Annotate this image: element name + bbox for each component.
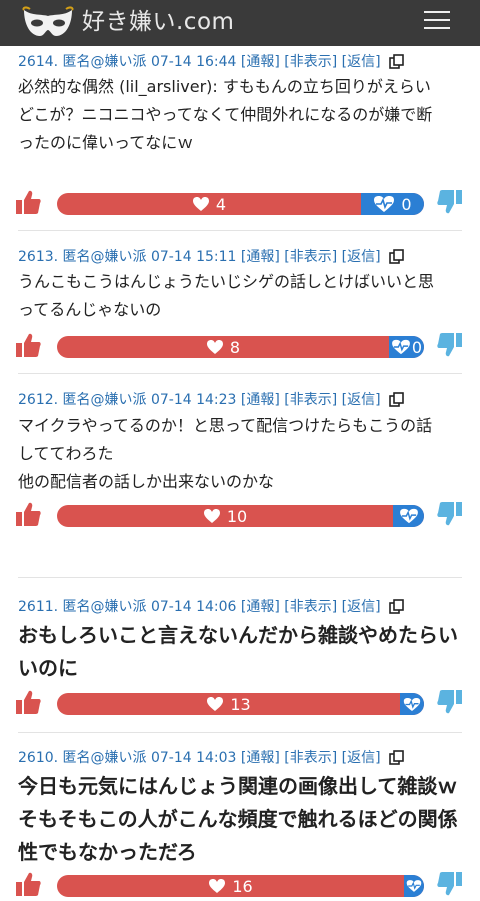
dislike-count-bar[interactable]: 0: [361, 193, 424, 215]
comment-meta-text[interactable]: 2611. 匿名@嫌い派 07-14 14:06 [通報] [非表示] [返信]: [18, 599, 381, 615]
heart-icon: [207, 697, 224, 711]
like-count-bar[interactable]: 13: [57, 693, 400, 715]
comment-meta[interactable]: 2613. 匿名@嫌い派 07-14 15:11 [通報] [非表示] [返信]: [18, 248, 405, 266]
comment-line: そもそもこの人がこんな頻度で触れるほどの関係: [18, 807, 458, 831]
vote-bar: 10: [57, 505, 424, 527]
comment-line: うんこもこうはんじょうたいじシゲの話しとけばいいと思: [18, 272, 435, 291]
heartbeat-icon: [374, 196, 395, 212]
thumbs-up-icon[interactable]: [14, 188, 42, 216]
comment-line: 今日も元気にはんじょう関連の画像出して雑談ｗ: [18, 774, 458, 798]
menu-bar: [424, 19, 450, 21]
comment-line: 性でもなかっただろ: [18, 840, 197, 864]
heartbeat-icon: [403, 697, 421, 711]
dislike-count-bar[interactable]: [404, 875, 424, 897]
vote-bar: 13: [57, 693, 424, 715]
vote-bar: 4 0: [57, 193, 424, 215]
thumbs-down-icon[interactable]: [436, 688, 464, 716]
copy-icon[interactable]: [389, 249, 405, 265]
thumbs-up-icon[interactable]: [14, 688, 42, 716]
like-count-bar[interactable]: 10: [57, 505, 393, 527]
dislike-count: 0: [411, 337, 423, 357]
dislike-count: 0: [401, 194, 412, 214]
copy-icon[interactable]: [389, 54, 405, 70]
copy-icon[interactable]: [389, 750, 405, 766]
site-title[interactable]: 好き嫌い.com: [82, 6, 234, 38]
heart-icon: [209, 879, 226, 893]
divider: [18, 230, 462, 231]
vote-row: 13: [0, 688, 480, 718]
comment-line: ってるんじゃないの: [18, 300, 162, 319]
heart-icon: [206, 340, 223, 354]
vote-bar: 16: [57, 875, 424, 897]
vote-row: 4 0: [0, 188, 480, 218]
like-count: 16: [232, 876, 253, 896]
comment-line: マイクラやってるのか！と思って配信つけたらもこうの話: [18, 416, 433, 435]
comment-meta[interactable]: 2612. 匿名@嫌い派 07-14 14:23 [通報] [非表示] [返信]: [18, 391, 405, 409]
comment-body: 今日も元気にはんじょう関連の画像出して雑談ｗ そもそもこの人がこんな頻度で触れる…: [18, 770, 468, 869]
dislike-count-bar[interactable]: [400, 693, 424, 715]
vote-row: 10: [0, 500, 480, 530]
like-count-bar[interactable]: 8: [57, 336, 389, 358]
comment-line: 他の配信者の話しか出来ないのかな: [18, 472, 275, 491]
like-count-bar[interactable]: 16: [57, 875, 404, 897]
menu-bar: [424, 27, 450, 29]
comment-meta-text[interactable]: 2610. 匿名@嫌い派 07-14 14:03 [通報] [非表示] [返信]: [18, 750, 381, 766]
comment-line: ったのに偉いってなにｗ: [18, 133, 194, 152]
thumbs-down-icon[interactable]: [436, 331, 464, 359]
comment-line: しててわろた: [18, 444, 114, 463]
divider: [18, 732, 462, 733]
like-count: 8: [229, 337, 241, 357]
comment-meta-text[interactable]: 2613. 匿名@嫌い派 07-14 15:11 [通報] [非表示] [返信]: [18, 249, 381, 265]
heart-icon: [192, 197, 209, 211]
like-count: 4: [215, 194, 227, 214]
divider: [18, 373, 462, 374]
comment-meta-text[interactable]: 2614. 匿名@嫌い派 07-14 16:44 [通報] [非表示] [返信]: [18, 54, 381, 70]
comment-line: いのに: [18, 656, 78, 680]
comment-body: 必然的な偶然 (lil_arsliver): すももんの立ち回りがえらい どこが…: [18, 73, 468, 157]
like-count: 10: [226, 506, 248, 526]
vote-row: 16: [0, 870, 480, 900]
thumbs-down-icon[interactable]: [436, 500, 464, 528]
heartbeat-icon: [392, 339, 410, 355]
thumbs-down-icon[interactable]: [436, 870, 464, 898]
site-header: 好き嫌い.com: [0, 0, 480, 46]
heartbeat-icon: [406, 880, 422, 892]
comment-line: おもしろいこと言えないんだから雑談やめたらい: [18, 623, 458, 647]
mask-icon[interactable]: [22, 6, 74, 40]
thumbs-up-icon[interactable]: [14, 500, 42, 528]
heartbeat-icon: [399, 508, 418, 524]
dislike-count-bar[interactable]: 0: [389, 336, 424, 358]
comment-meta-text[interactable]: 2612. 匿名@嫌い派 07-14 14:23 [通報] [非表示] [返信]: [18, 392, 381, 408]
menu-bar: [424, 11, 450, 13]
comment-body: うんこもこうはんじょうたいじシゲの話しとけばいいと思 ってるんじゃないの: [18, 268, 468, 324]
comment-body: おもしろいこと言えないんだから雑談やめたらい いのに: [18, 619, 468, 685]
comment-meta[interactable]: 2611. 匿名@嫌い派 07-14 14:06 [通報] [非表示] [返信]: [18, 598, 405, 616]
like-count: 13: [230, 694, 251, 714]
vote-row: 8 0: [0, 331, 480, 361]
divider: [18, 577, 462, 578]
thumbs-up-icon[interactable]: [14, 331, 42, 359]
comment-line: 必然的な偶然 (lil_arsliver): すももんの立ち回りがえらい: [18, 77, 431, 96]
thumbs-up-icon[interactable]: [14, 870, 42, 898]
comment-line: どこが？ニコニコやってなくて仲間外れになるのが嫌で断: [18, 105, 433, 124]
heart-icon: [203, 509, 220, 523]
copy-icon[interactable]: [389, 392, 405, 408]
copy-icon[interactable]: [389, 599, 405, 615]
thumbs-down-icon[interactable]: [436, 188, 464, 216]
comment-meta[interactable]: 2610. 匿名@嫌い派 07-14 14:03 [通報] [非表示] [返信]: [18, 749, 405, 767]
comment-meta[interactable]: 2614. 匿名@嫌い派 07-14 16:44 [通報] [非表示] [返信]: [18, 53, 405, 71]
hamburger-menu-button[interactable]: [424, 11, 450, 33]
like-count-bar[interactable]: 4: [57, 193, 361, 215]
dislike-count-bar[interactable]: [393, 505, 424, 527]
vote-bar: 8 0: [57, 336, 424, 358]
comment-body: マイクラやってるのか！と思って配信つけたらもこうの話 しててわろた 他の配信者の…: [18, 412, 468, 496]
